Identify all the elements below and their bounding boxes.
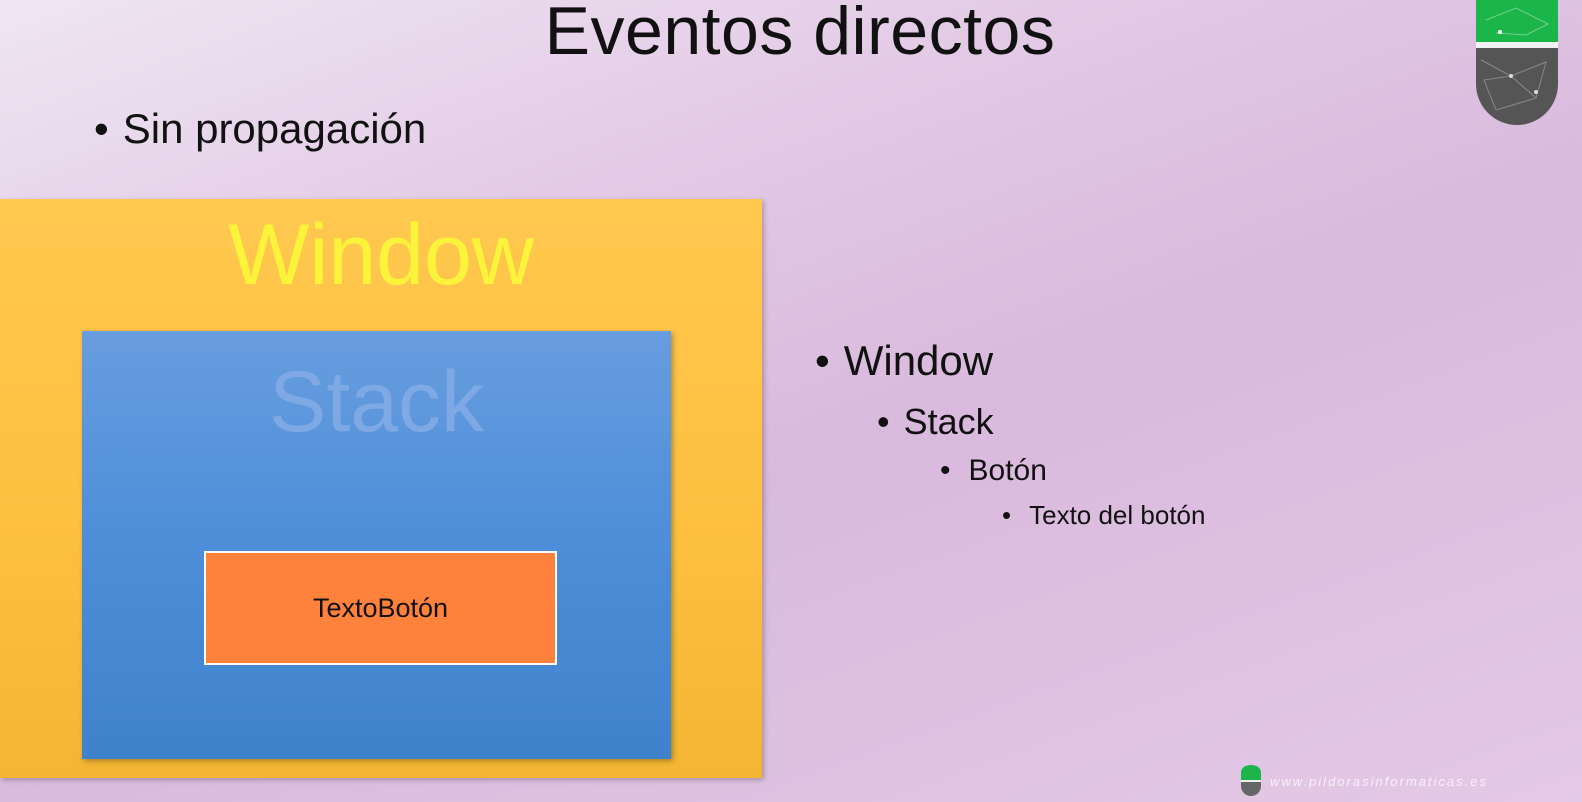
stack-label: Stack xyxy=(268,354,485,450)
tree-item-label: Botón xyxy=(968,454,1047,487)
bullet-dot-icon: • xyxy=(877,401,890,442)
bullet-dot-icon: • xyxy=(1002,500,1012,530)
texto-boton-button[interactable]: TextoBotón xyxy=(204,551,557,665)
button-label: TextoBotón xyxy=(312,592,449,623)
bullet-dot-icon: • xyxy=(815,337,830,384)
footer-url: www.pildorasinformaticas.es xyxy=(1270,774,1489,789)
tree-item-label: Texto del botón xyxy=(1029,500,1206,530)
tree-item-label: Stack xyxy=(903,401,994,442)
tree-item-window: • Window xyxy=(815,337,993,385)
bullet-dot-icon: • xyxy=(940,454,951,487)
window-label: Window xyxy=(228,207,534,303)
tree-item-label: Window xyxy=(843,337,994,384)
pildoras-footer-icon xyxy=(1240,764,1262,796)
slide-title: Eventos directos xyxy=(544,0,1056,69)
bullet-dot-icon: • xyxy=(94,105,109,152)
pildoras-badge-icon xyxy=(1476,0,1558,126)
main-bullet-text: Sin propagación xyxy=(122,105,427,152)
tree-item-texto-boton: • Texto del botón xyxy=(1002,500,1205,531)
tree-item-boton: • Botón xyxy=(940,454,1047,488)
stack-box: Stack TextoBotón xyxy=(82,331,671,759)
main-bullet: • Sin propagación xyxy=(94,105,426,153)
tree-item-stack: • Stack xyxy=(877,401,994,443)
window-box: Window Stack TextoBotón xyxy=(0,199,762,778)
